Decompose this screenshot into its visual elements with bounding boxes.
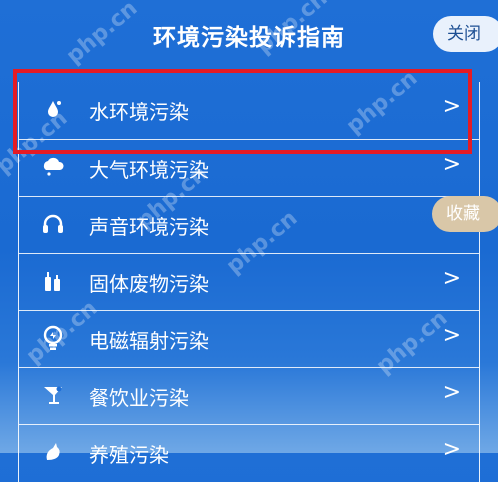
list-item-label: 电磁辐射污染 — [89, 329, 209, 353]
list-item-air[interactable]: 大气环境污染 > — [19, 139, 479, 196]
cloud-icon — [41, 155, 65, 179]
chevron-right-icon: > — [442, 152, 461, 177]
chevron-right-icon: > — [442, 266, 461, 291]
list-item-radiation[interactable]: 电磁辐射污染 > — [19, 310, 479, 367]
headphones-icon — [41, 212, 65, 236]
page-title: 环境污染投诉指南 — [153, 25, 345, 51]
list-item-water[interactable]: 水环境污染 > — [19, 82, 479, 139]
category-list: 水环境污染 > 大气环境污染 > 声音环境污染 > 固体废物污染 > 电磁辐射污… — [18, 82, 480, 482]
chevron-right-icon: > — [442, 94, 461, 119]
chevron-right-icon: > — [442, 323, 461, 348]
water-drop-icon — [41, 97, 65, 121]
header: 环境污染投诉指南 关闭 — [0, 0, 498, 68]
list-item-label: 养殖污染 — [89, 443, 169, 467]
close-button[interactable]: 关闭 — [433, 16, 498, 52]
list-item-label: 固体废物污染 — [89, 272, 209, 296]
list-item-solid-waste[interactable]: 固体废物污染 > — [19, 253, 479, 310]
list-item-noise[interactable]: 声音环境污染 > — [19, 196, 479, 253]
list-item-label: 水环境污染 — [89, 100, 189, 124]
bottles-icon — [41, 269, 65, 293]
list-item-label: 餐饮业污染 — [89, 386, 189, 410]
chevron-right-icon: > — [442, 437, 461, 462]
list-item-catering[interactable]: 餐饮业污染 > — [19, 367, 479, 424]
favorite-button[interactable]: 收藏 — [432, 196, 498, 232]
lightbulb-icon — [41, 325, 65, 350]
cocktail-icon — [41, 383, 65, 407]
list-item-label: 大气环境污染 — [89, 158, 209, 182]
chevron-right-icon: > — [442, 380, 461, 405]
list-item-label: 声音环境污染 — [89, 215, 209, 239]
animal-icon — [41, 440, 65, 464]
